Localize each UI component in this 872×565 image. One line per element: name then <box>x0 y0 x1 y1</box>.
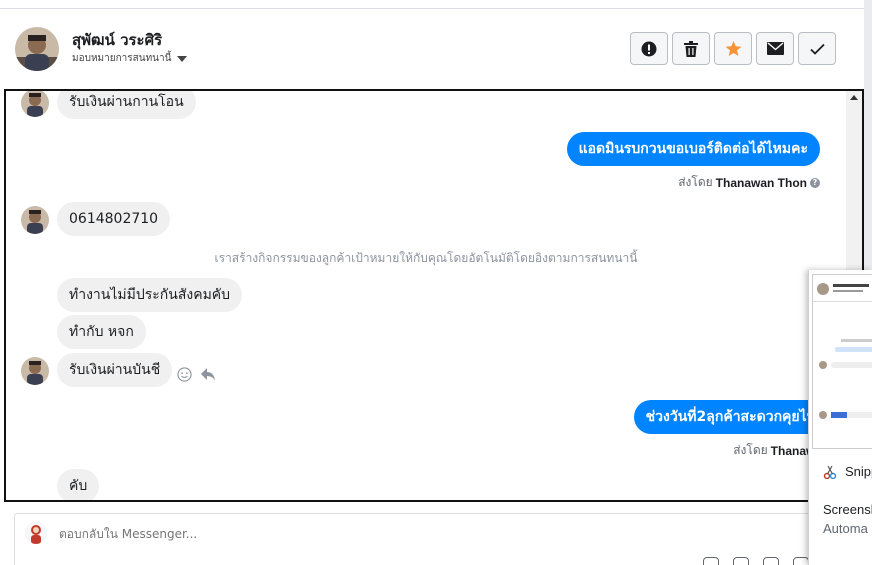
sent-by-name: Thanawan Thon <box>715 175 807 190</box>
contact-avatar[interactable] <box>15 27 59 71</box>
sent-by-prefix: ส่งโดย <box>678 175 713 189</box>
composer-toolbar <box>703 557 809 565</box>
inbox-conversation-view: สุพัฒน์ วระศิริ มอบหมายการสนทนานี้ รับเง… <box>0 0 872 565</box>
sender-avatar[interactable] <box>21 91 49 117</box>
reply-icon[interactable] <box>200 367 216 382</box>
conversation-header: สุพัฒน์ วระศิริ มอบหมายการสนทนานี้ <box>0 9 864 89</box>
sent-by-prefix: ส่งโดย <box>733 443 768 457</box>
mail-icon <box>766 42 784 55</box>
react-emoji-icon[interactable] <box>177 367 192 382</box>
assign-label: มอบหมายการสนทนานี้ <box>72 53 172 64</box>
sender-avatar[interactable] <box>21 206 49 234</box>
mark-unread-button[interactable] <box>756 32 794 65</box>
outgoing-message[interactable]: แอดมินรบกวนขอเบอร์ติดต่อได้ไหมคะ <box>566 132 820 166</box>
trash-icon <box>684 40 698 57</box>
snipping-tool-notification[interactable]: Snipp Screensh Automa <box>808 270 872 565</box>
star-button[interactable] <box>714 32 752 65</box>
snip-subtext: Automa <box>823 521 868 536</box>
incoming-message[interactable]: รับเงินผ่านกานโอน <box>57 91 196 119</box>
help-icon[interactable]: ? <box>810 177 820 188</box>
emoji-icon[interactable] <box>763 557 779 565</box>
incoming-message[interactable]: รับเงินผ่านบันชี <box>57 353 173 387</box>
snip-heading: Screensh <box>823 502 872 517</box>
star-icon <box>725 40 741 56</box>
delete-button[interactable] <box>672 32 710 65</box>
incoming-message[interactable]: ทำงานไม่มีประกันสังคมคับ <box>57 278 243 312</box>
alert-icon <box>641 41 657 56</box>
assign-conversation-dropdown[interactable]: มอบหมายการสนทนานี้ <box>72 51 188 66</box>
attachment-icon[interactable] <box>703 557 719 565</box>
snipping-tool-icon <box>823 465 837 479</box>
caret-down-icon <box>177 55 188 62</box>
snip-app-title: Snipp <box>823 464 872 479</box>
header-actions <box>630 32 836 65</box>
message-tools <box>177 367 216 382</box>
check-icon <box>809 43 825 55</box>
system-notice: เราสร้างกิจกรรมของลูกค้าเป้าหมายให้กับคุ… <box>214 251 638 265</box>
scroll-up-arrow-icon[interactable] <box>850 95 858 100</box>
more-icon[interactable] <box>793 557 809 565</box>
reply-composer <box>14 513 814 565</box>
mark-spam-button[interactable] <box>630 32 668 65</box>
incoming-message[interactable]: 0614802710 <box>57 202 171 236</box>
incoming-message[interactable]: คับ <box>57 469 100 500</box>
reply-input[interactable] <box>59 527 659 541</box>
sender-avatar[interactable] <box>21 357 49 385</box>
mark-done-button[interactable] <box>798 32 836 65</box>
incoming-message[interactable]: ทำกับ หจก <box>57 315 146 349</box>
snip-app-name: Snipp <box>845 464 872 479</box>
sent-by-label: ส่งโดย Thanawan Thon ? <box>678 173 820 192</box>
saved-reply-icon[interactable] <box>733 557 749 565</box>
page-avatar <box>25 522 47 544</box>
message-thread[interactable]: รับเงินผ่านกานโอน แอดมินรบกวนขอเบอร์ติดต… <box>4 89 864 502</box>
screenshot-thumbnail[interactable] <box>812 274 872 449</box>
contact-name[interactable]: สุพัฒน์ วระศิริ <box>72 28 162 52</box>
